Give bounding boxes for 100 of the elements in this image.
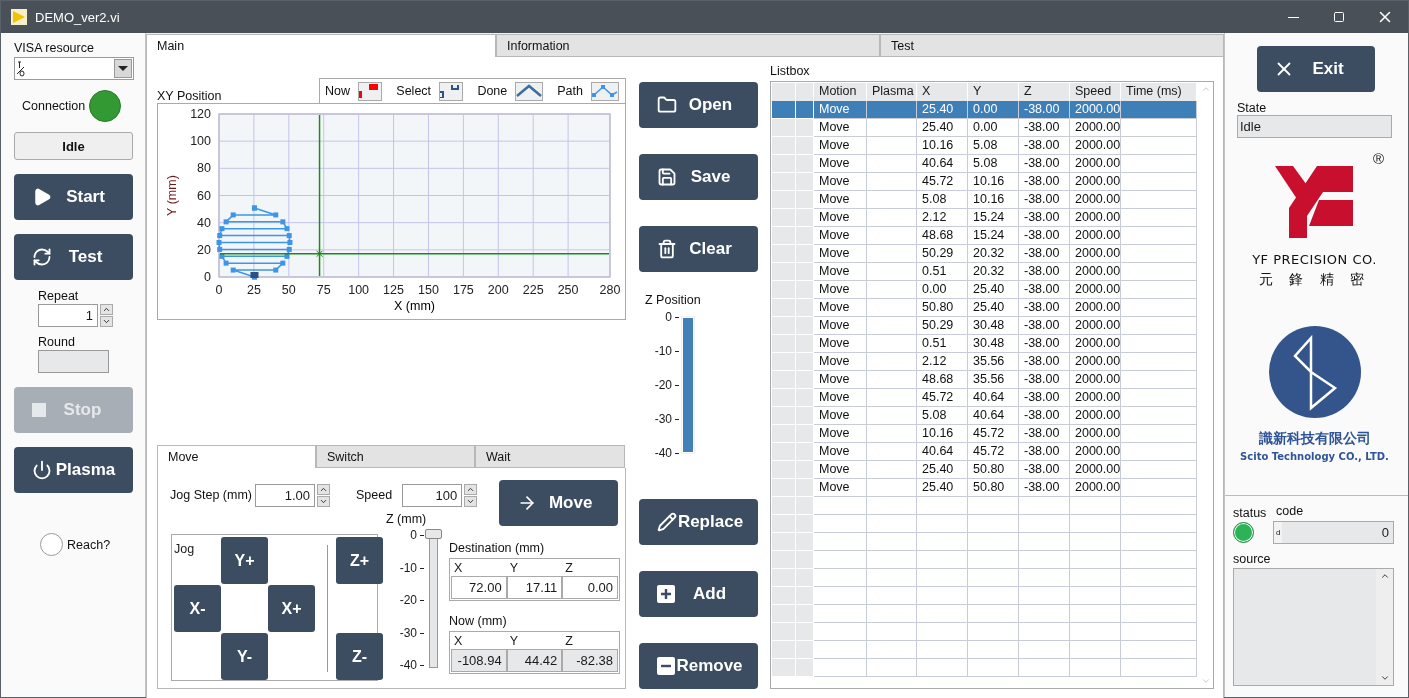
- column-header[interactable]: Z: [1019, 83, 1070, 101]
- column-header[interactable]: Motion: [814, 83, 867, 101]
- tab[interactable]: Move: [157, 445, 316, 468]
- column-header[interactable]: Plasma: [867, 83, 917, 101]
- table-cell[interactable]: 0.00: [917, 281, 968, 299]
- table-cell[interactable]: -38.00: [1019, 209, 1070, 227]
- table-cell[interactable]: [867, 263, 917, 281]
- table-cell[interactable]: [1019, 515, 1070, 533]
- table-cell[interactable]: [1121, 299, 1197, 317]
- jog-button[interactable]: Z-: [336, 633, 383, 680]
- table-cell[interactable]: -38.00: [1019, 389, 1070, 407]
- table-cell[interactable]: [867, 155, 917, 173]
- table-cell[interactable]: 5.08: [917, 191, 968, 209]
- action-button[interactable]: Save: [639, 154, 758, 200]
- table-cell[interactable]: [1019, 497, 1070, 515]
- table-cell[interactable]: [867, 389, 917, 407]
- table-cell[interactable]: [867, 443, 917, 461]
- table-cell[interactable]: [1121, 497, 1197, 515]
- table-cell[interactable]: 2000.00: [1070, 191, 1121, 209]
- table-cell[interactable]: -38.00: [1019, 101, 1070, 119]
- table-cell[interactable]: [1019, 587, 1070, 605]
- table-cell[interactable]: [1019, 569, 1070, 587]
- table-cell[interactable]: 10.16: [917, 425, 968, 443]
- table-cell[interactable]: [917, 641, 968, 659]
- table-cell[interactable]: Move: [814, 479, 867, 497]
- value-field[interactable]: 72.00: [451, 576, 507, 599]
- table-cell[interactable]: 0.51: [917, 263, 968, 281]
- table-cell[interactable]: [867, 425, 917, 443]
- table-cell[interactable]: 48.68: [917, 227, 968, 245]
- table-cell[interactable]: [917, 533, 968, 551]
- table-cell[interactable]: [1121, 101, 1197, 119]
- table-cell[interactable]: [814, 587, 867, 605]
- repeat-field[interactable]: 1: [38, 304, 98, 327]
- table-cell[interactable]: Move: [814, 317, 867, 335]
- table-cell[interactable]: -38.00: [1019, 335, 1070, 353]
- table-cell[interactable]: 35.56: [968, 353, 1019, 371]
- table-cell[interactable]: 2000.00: [1070, 137, 1121, 155]
- table-cell[interactable]: 2000.00: [1070, 299, 1121, 317]
- table-cell[interactable]: [867, 461, 917, 479]
- table-cell[interactable]: 25.40: [968, 281, 1019, 299]
- table-cell[interactable]: [867, 515, 917, 533]
- jog-button[interactable]: X-: [174, 585, 221, 632]
- table-cell[interactable]: [968, 515, 1019, 533]
- table-cell[interactable]: Move: [814, 443, 867, 461]
- table-cell[interactable]: [1019, 623, 1070, 641]
- table-cell[interactable]: 50.29: [917, 245, 968, 263]
- table-cell[interactable]: 48.68: [917, 371, 968, 389]
- table-cell[interactable]: [1070, 659, 1121, 677]
- table-cell[interactable]: [1121, 389, 1197, 407]
- jog-button[interactable]: Z+: [336, 537, 383, 584]
- table-cell[interactable]: Move: [814, 245, 867, 263]
- table-cell[interactable]: [867, 479, 917, 497]
- action-button[interactable]: Add: [639, 571, 758, 617]
- table-cell[interactable]: [917, 659, 968, 677]
- table-cell[interactable]: [867, 317, 917, 335]
- table-cell[interactable]: 15.24: [968, 209, 1019, 227]
- table-cell[interactable]: 25.40: [917, 479, 968, 497]
- table-cell[interactable]: [867, 605, 917, 623]
- table-cell[interactable]: [1121, 479, 1197, 497]
- table-cell[interactable]: Move: [814, 425, 867, 443]
- table-cell[interactable]: 40.64: [917, 155, 968, 173]
- table-cell[interactable]: -38.00: [1019, 479, 1070, 497]
- table-cell[interactable]: 50.80: [968, 461, 1019, 479]
- table-cell[interactable]: [1070, 569, 1121, 587]
- table-cell[interactable]: [1070, 623, 1121, 641]
- table-cell[interactable]: 2000.00: [1070, 173, 1121, 191]
- column-header[interactable]: X: [917, 83, 968, 101]
- table-cell[interactable]: 45.72: [917, 173, 968, 191]
- table-cell[interactable]: Move: [814, 461, 867, 479]
- tab[interactable]: Test: [880, 34, 1224, 57]
- jog-button[interactable]: X+: [268, 585, 315, 632]
- move-button[interactable]: Move: [499, 480, 619, 526]
- table-cell[interactable]: [1121, 245, 1197, 263]
- action-button[interactable]: Remove: [639, 643, 758, 689]
- table-cell[interactable]: [1121, 533, 1197, 551]
- table-cell[interactable]: [814, 659, 867, 677]
- table-cell[interactable]: [1121, 353, 1197, 371]
- table-cell[interactable]: [1121, 227, 1197, 245]
- table-cell[interactable]: [917, 551, 968, 569]
- table-cell[interactable]: [1121, 605, 1197, 623]
- table-cell[interactable]: [1070, 515, 1121, 533]
- table-cell[interactable]: [867, 335, 917, 353]
- table-cell[interactable]: [917, 515, 968, 533]
- table-cell[interactable]: Move: [814, 173, 867, 191]
- increment-button[interactable]: [464, 484, 478, 495]
- table-cell[interactable]: 25.40: [917, 119, 968, 137]
- decrement-button[interactable]: [316, 496, 330, 507]
- table-cell[interactable]: 10.16: [917, 137, 968, 155]
- table-cell[interactable]: [1019, 641, 1070, 659]
- table-cell[interactable]: [814, 497, 867, 515]
- table-cell[interactable]: [867, 407, 917, 425]
- table-cell[interactable]: [814, 569, 867, 587]
- table-cell[interactable]: [867, 191, 917, 209]
- value-field[interactable]: 0.00: [562, 576, 618, 599]
- table-cell[interactable]: Move: [814, 101, 867, 119]
- table-cell[interactable]: [1121, 119, 1197, 137]
- table-cell[interactable]: -38.00: [1019, 227, 1070, 245]
- table-cell[interactable]: [814, 641, 867, 659]
- table-cell[interactable]: [1121, 317, 1197, 335]
- table-cell[interactable]: [1121, 191, 1197, 209]
